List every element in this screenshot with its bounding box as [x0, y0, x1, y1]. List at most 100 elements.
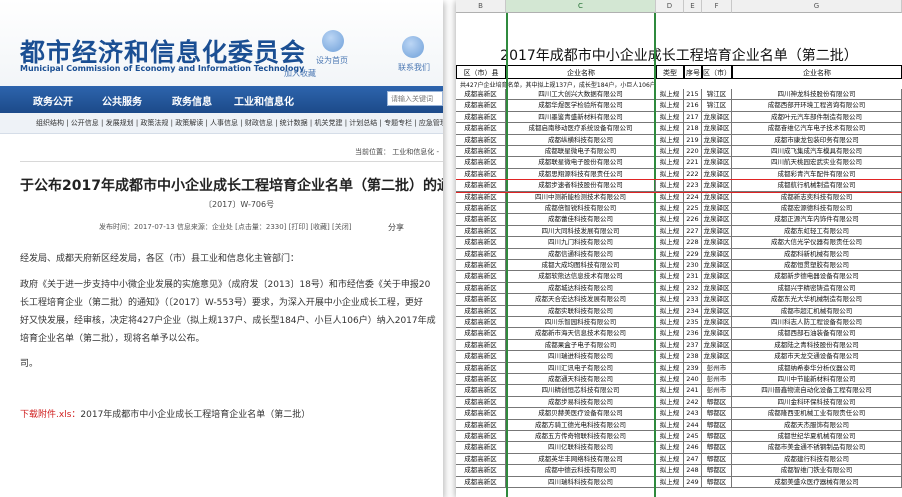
- district-cell[interactable]: 成都高新区: [456, 225, 506, 238]
- company-name-header[interactable]: 企业名称: [506, 65, 656, 79]
- seq-cell[interactable]: 223: [684, 180, 702, 192]
- district-cell[interactable]: 成都高新区: [456, 146, 506, 158]
- table-row[interactable]: 成都高新区 成都天合宏达科技发展有限公司 拟上规 233 龙泉驿区 成都东光大华机械制造有…: [456, 294, 902, 306]
- district-cell-2[interactable]: 郫都区: [702, 465, 732, 477]
- seq-cell[interactable]: 219: [684, 134, 702, 146]
- table-row[interactable]: 成都高新区 成都五方传奇物联科技有限公司 拟上规 245 郫都区 成都世纪华夏机械有限公司: [456, 431, 902, 443]
- table-row[interactable]: 成都高新区 四川墨鉴青盛新材料有限公司 拟上规 217 龙泉驿区 成都叶元汽车部件制造有限…: [456, 111, 902, 124]
- table-row[interactable]: 成都高新区 成都倍智锐科技有限公司 拟上规 225 龙泉驿区 成都宏源德科技有限公司: [456, 203, 902, 215]
- table-row[interactable]: 成都高新区 成都中德云科技有限公司 拟上规 248 郫都区 成都智维门铁业有限公司: [456, 465, 902, 477]
- district-cell-2[interactable]: 龙泉驿区: [702, 214, 732, 226]
- company-name-cell-2[interactable]: 成都西部石油装备有限公司: [732, 328, 902, 340]
- company-name-cell[interactable]: 成都贝赫美医疗设备有限公司: [506, 408, 656, 420]
- table-row[interactable]: 成都高新区 成都英华丰网络科技有限公司 拟上规 247 郫都区 成都建行科技有限公司: [456, 453, 902, 466]
- district-cell-2[interactable]: 郫都区: [702, 408, 732, 420]
- company-name-cell[interactable]: 四川乐智园科技有限公司: [506, 317, 656, 329]
- seq-cell[interactable]: 244: [684, 419, 702, 431]
- type-cell[interactable]: 拟上规: [656, 374, 684, 386]
- company-name-cell-2[interactable]: 成都宏源德科技有限公司: [732, 203, 902, 215]
- table-row[interactable]: 成都高新区 成都信通科技有限公司 拟上规 229 龙泉驿区 成都科新机械有限公司: [456, 248, 902, 260]
- type-cell[interactable]: 拟上规: [656, 111, 684, 124]
- company-name-cell-2[interactable]: 成都市天龙交通设备有限公司: [732, 351, 902, 363]
- seq-cell[interactable]: 245: [684, 431, 702, 443]
- company-name-cell[interactable]: 四川瑞科科技有限公司: [506, 476, 656, 488]
- type-cell[interactable]: 拟上规: [656, 191, 684, 203]
- nav-item-public-service[interactable]: 公共服务: [102, 93, 142, 108]
- seq-cell[interactable]: 220: [684, 146, 702, 158]
- district-cell-2[interactable]: 龙泉驿区: [702, 191, 732, 203]
- type-cell[interactable]: 拟上规: [656, 260, 684, 272]
- district-cell-2[interactable]: 龙泉驿区: [702, 111, 732, 124]
- company-name-cell[interactable]: 成都通天科技有限公司: [506, 374, 656, 386]
- company-name-cell[interactable]: 成都华煜医学检验所有限公司: [506, 100, 656, 112]
- type-cell[interactable]: 拟上规: [656, 396, 684, 409]
- company-name-cell[interactable]: 四川工大创兴大数据有限公司: [506, 89, 656, 101]
- district-cell-2[interactable]: 龙泉驿区: [702, 271, 732, 283]
- district-cell[interactable]: 成都高新区: [456, 134, 506, 146]
- seq-cell[interactable]: 227: [684, 225, 702, 238]
- district-cell[interactable]: 成都高新区: [456, 214, 506, 226]
- table-row[interactable]: 成都高新区 成都华煜医学检验所有限公司 拟上规 216 锦江区 成都西部开环境工程咨询有限…: [456, 100, 902, 112]
- company-name-cell-2[interactable]: 四川中节能新材料有限公司: [732, 374, 902, 386]
- district-cell-2[interactable]: 郫都区: [702, 431, 732, 443]
- type-header[interactable]: 类型: [656, 65, 684, 79]
- seq-cell[interactable]: 230: [684, 260, 702, 272]
- article-meta[interactable]: 发布时间：2017-07-13 信息来源：企业处 [点击量：2330] [打印]…: [99, 222, 351, 232]
- company-name-cell[interactable]: 四川九门科技有限公司: [506, 237, 656, 249]
- district-cell[interactable]: 成都高新区: [456, 419, 506, 431]
- district-cell[interactable]: 成都高新区: [456, 453, 506, 466]
- table-row[interactable]: 成都高新区 四川精创恒芯科技有限公司 拟上规 241 彭州市 四川晋鑫物流自动化设备工程有…: [456, 385, 902, 397]
- type-cell[interactable]: 拟上规: [656, 100, 684, 112]
- type-cell[interactable]: 拟上规: [656, 214, 684, 226]
- district-cell-2[interactable]: 彭州市: [702, 374, 732, 386]
- seq-cell[interactable]: 231: [684, 271, 702, 283]
- seq-cell[interactable]: 229: [684, 248, 702, 260]
- district-cell[interactable]: 成都高新区: [456, 351, 506, 363]
- district-cell-2[interactable]: 龙泉驿区: [702, 203, 732, 215]
- table-row[interactable]: 成都高新区 四川瑞进科技有限公司 拟上规 238 龙泉驿区 成都市天龙交通设备有限公司: [456, 351, 902, 363]
- table-row[interactable]: 成都高新区 四川亿联科技有限公司 拟上规 246 郫都区 成都市美金通不锈钢制品有限公司: [456, 442, 902, 454]
- district-cell[interactable]: 成都高新区: [456, 305, 506, 317]
- seq-cell[interactable]: 221: [684, 157, 702, 169]
- company-name-cell[interactable]: 成都英华丰网络科技有限公司: [506, 453, 656, 466]
- district-cell[interactable]: 成都高新区: [456, 362, 506, 374]
- table-row[interactable]: 成都高新区 成都方骑工德光电科技有限公司 拟上规 244 郫都区 成都天杰服饰有限公司: [456, 419, 902, 431]
- district-header[interactable]: 区（市）县: [456, 65, 506, 79]
- nav-item-government-info[interactable]: 政务信息: [172, 93, 212, 108]
- district-cell[interactable]: 成都高新区: [456, 180, 506, 192]
- district-cell[interactable]: 成都高新区: [456, 111, 506, 124]
- company-name-cell-2[interactable]: 成都叶元汽车部件制造有限公司: [732, 111, 902, 124]
- home-icon[interactable]: [322, 30, 344, 52]
- district-cell-2[interactable]: 龙泉驿区: [702, 134, 732, 146]
- add-favorite-link[interactable]: 加入收藏: [270, 68, 330, 79]
- district-cell[interactable]: 成都高新区: [456, 294, 506, 306]
- district-cell[interactable]: 成都高新区: [456, 248, 506, 260]
- type-cell[interactable]: 拟上规: [656, 180, 684, 192]
- type-cell[interactable]: 拟上规: [656, 419, 684, 431]
- table-row[interactable]: 成都高新区 四川乐智园科技有限公司 拟上规 235 龙泉驿区 四川科志人防工程设备有限公司: [456, 317, 902, 329]
- district-cell-2[interactable]: 龙泉驿区: [702, 317, 732, 329]
- company-name-cell[interactable]: 成都新市海天信息技术有限公司: [506, 328, 656, 340]
- company-name-cell-2[interactable]: 成都隆西亚机械工业有限责任公司: [732, 408, 902, 420]
- column-letter-e[interactable]: E: [684, 0, 702, 13]
- company-name-cell-2[interactable]: 成都建行科技有限公司: [732, 453, 902, 466]
- type-cell[interactable]: 拟上规: [656, 237, 684, 249]
- seq-cell[interactable]: 238: [684, 351, 702, 363]
- company-name-cell-2[interactable]: 四川科志人防工程设备有限公司: [732, 317, 902, 329]
- seq-cell[interactable]: 247: [684, 453, 702, 466]
- table-row[interactable]: 成都高新区 成都联星微电子有限公司 拟上规 220 龙泉驿区 四川成飞集成汽车模具有限公司: [456, 146, 902, 158]
- type-cell[interactable]: 拟上规: [656, 362, 684, 374]
- company-name-cell[interactable]: 四川亿联科技有限公司: [506, 442, 656, 454]
- seq-cell[interactable]: 248: [684, 465, 702, 477]
- seq-cell[interactable]: 225: [684, 203, 702, 215]
- district-cell[interactable]: 成都高新区: [456, 396, 506, 409]
- company-name-cell-2[interactable]: 成都天杰服饰有限公司: [732, 419, 902, 431]
- district-cell-2[interactable]: 锦江区: [702, 100, 732, 112]
- district-cell[interactable]: 成都高新区: [456, 89, 506, 101]
- company-name-cell[interactable]: 成都果盒子电子有限公司: [506, 339, 656, 352]
- table-row[interactable]: 成都高新区 四川瑞科科技有限公司 拟上规 249 郫都区 成都美盛众医疗器械有限公司: [456, 476, 902, 488]
- table-row[interactable]: 成都高新区 成都启南移动医疗系统设备有限公司 拟上规 218 龙泉驿区 成都奋维亿汽车电子…: [456, 123, 902, 135]
- company-name-cell-2[interactable]: 成都奋维亿汽车电子技术有限公司: [732, 123, 902, 135]
- seq-cell[interactable]: 233: [684, 294, 702, 306]
- company-name-cell[interactable]: 成都联星微电子股份有限公司: [506, 157, 656, 169]
